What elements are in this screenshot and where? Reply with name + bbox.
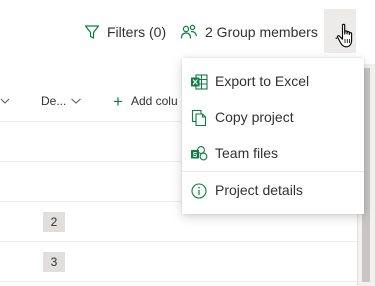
more-options-menu: Export to Excel Copy project S Team file…: [182, 58, 364, 214]
filters-button[interactable]: Filters (0): [84, 22, 166, 42]
team-files-icon: S: [191, 146, 208, 161]
info-icon: [191, 183, 207, 199]
plus-icon: +: [113, 91, 123, 111]
people-icon: [180, 24, 197, 39]
group-members-label: 2 Group members: [205, 24, 318, 40]
chevron-down-icon: [0, 98, 10, 104]
column-header-description[interactable]: De...: [41, 82, 82, 120]
filters-label: Filters (0): [107, 24, 167, 40]
add-column-label: Add colu: [130, 94, 178, 108]
table-row[interactable]: 3: [0, 242, 357, 282]
excel-icon: [191, 74, 208, 90]
menu-item-project-details[interactable]: Project details: [182, 172, 364, 208]
chevron-down-icon: [71, 98, 82, 104]
column-header-1[interactable]: [0, 82, 10, 120]
column-header-label: De...: [41, 94, 67, 108]
group-members-button[interactable]: 2 Group members: [180, 22, 318, 42]
menu-item-team-files[interactable]: S Team files: [182, 135, 364, 171]
filter-icon: [84, 25, 100, 39]
menu-item-label: Team files: [215, 145, 279, 161]
menu-item-copy-project[interactable]: Copy project: [182, 99, 364, 135]
row-number-badge: 2: [43, 212, 65, 232]
row-number-badge: 3: [43, 252, 65, 272]
copy-icon: [191, 109, 207, 127]
hand-pointer-cursor-icon: [336, 23, 353, 48]
menu-item-label: Copy project: [215, 109, 294, 125]
add-column-button[interactable]: + Add colu: [113, 82, 178, 120]
menu-item-export-to-excel[interactable]: Export to Excel: [182, 63, 364, 99]
svg-text:S: S: [193, 152, 198, 159]
menu-item-label: Project details: [215, 182, 303, 198]
menu-item-label: Export to Excel: [215, 73, 310, 89]
toolbar: Filters (0) 2 Group members ···: [0, 0, 375, 64]
